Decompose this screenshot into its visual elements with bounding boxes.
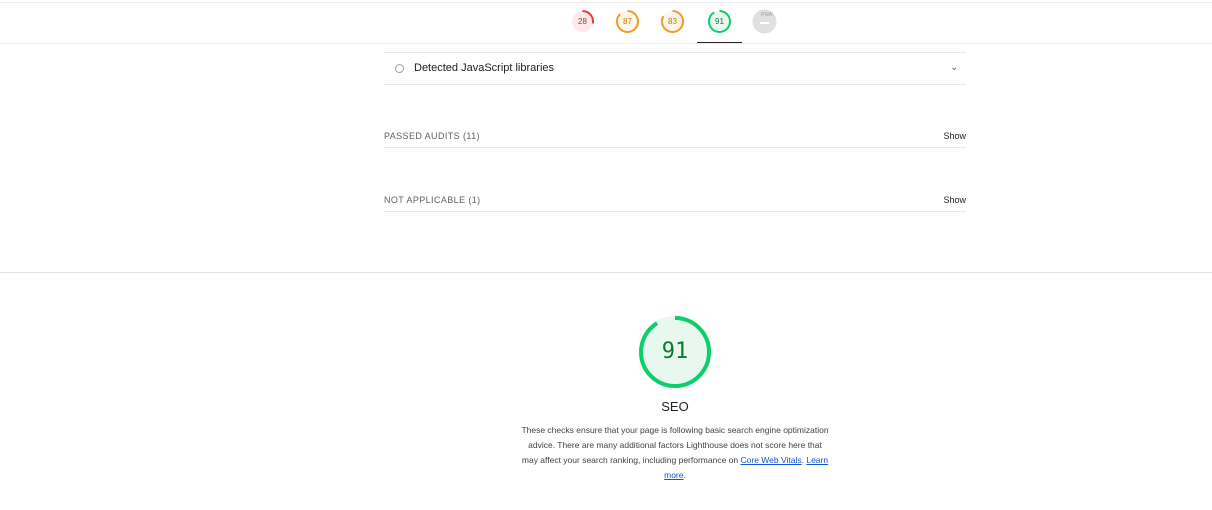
seo-score-value: 91 <box>661 339 689 364</box>
score-nav-bar: 28 87 83 91 PWA <box>0 2 1212 44</box>
gauge-best-practices[interactable]: 83 <box>650 3 695 43</box>
pwa-label: PWA <box>761 12 773 18</box>
gauge-score: 87 <box>623 17 632 26</box>
audit-detected-js-libraries[interactable]: Detected JavaScript libraries ⌄ <box>384 52 966 85</box>
gauge-accessibility[interactable]: 87 <box>605 3 650 43</box>
description-end: . <box>683 470 686 480</box>
passed-audits-label: PASSED AUDITS (11) <box>384 131 480 141</box>
audit-title: Detected JavaScript libraries <box>414 62 555 74</box>
category-description: These checks ensure that your page is fo… <box>520 423 830 483</box>
not-applicable-label: NOT APPLICABLE (1) <box>384 195 481 205</box>
gauge-score: 28 <box>578 17 587 26</box>
gauge-performance[interactable]: 28 <box>560 3 605 43</box>
gauge-seo[interactable]: 91 <box>697 3 742 43</box>
chevron-down-icon[interactable]: ⌄ <box>950 62 958 73</box>
not-applicable-group: NOT APPLICABLE (1) Show <box>384 192 966 212</box>
passed-audits-group: PASSED AUDITS (11) Show <box>384 128 966 148</box>
not-applicable-show-button[interactable]: Show <box>943 195 966 205</box>
section-divider <box>0 272 1212 273</box>
core-web-vitals-link[interactable]: Core Web Vitals <box>741 455 802 465</box>
category-title: SEO <box>661 399 689 414</box>
passed-audits-show-button[interactable]: Show <box>943 131 966 141</box>
gauge-score: 83 <box>668 17 677 26</box>
informative-circle-icon <box>395 64 404 73</box>
gauge-score: 91 <box>715 17 724 26</box>
gauge-pwa[interactable]: PWA <box>742 3 787 43</box>
